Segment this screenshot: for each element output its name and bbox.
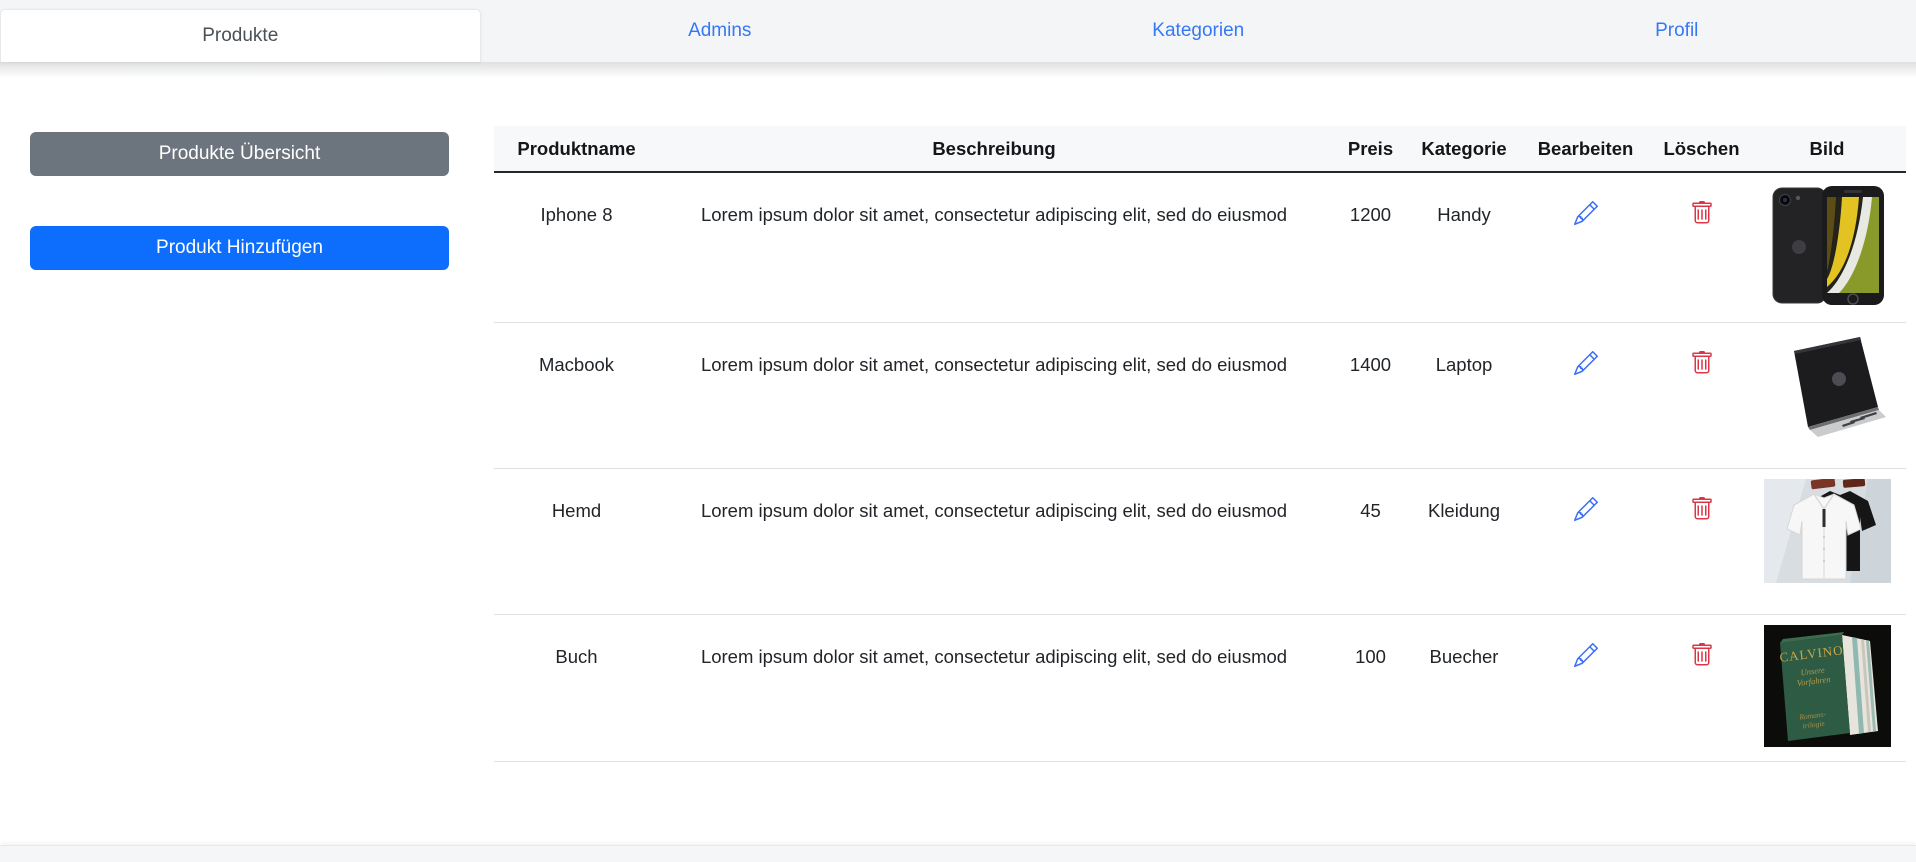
- footer-bar: [0, 845, 1916, 862]
- product-image-iphone: [1764, 183, 1891, 308]
- products-table: Produktname Beschreibung Preis Kategorie…: [494, 126, 1906, 762]
- product-table-body: Iphone 8 Lorem ipsum dolor sit amet, con…: [494, 172, 1906, 762]
- column-header-bearbeiten: Bearbeiten: [1516, 126, 1655, 172]
- table-row: Macbook Lorem ipsum dolor sit amet, cons…: [494, 323, 1906, 469]
- column-header-bild: Bild: [1748, 126, 1906, 172]
- product-price-cell: 100: [1329, 615, 1412, 762]
- image-cell: [1748, 469, 1906, 615]
- pencil-icon: [1574, 497, 1598, 521]
- product-image-shirt: [1764, 479, 1891, 583]
- edit-cell: [1516, 469, 1655, 615]
- column-header-loeschen: Löschen: [1655, 126, 1748, 172]
- table-row: Hemd Lorem ipsum dolor sit amet, consect…: [494, 469, 1906, 615]
- edit-cell: [1516, 323, 1655, 469]
- edit-button[interactable]: [1574, 643, 1598, 667]
- product-category-cell: Laptop: [1412, 323, 1516, 469]
- book-product-photo: CALVINO Unsere Vorfahren Romans- trilogi…: [1764, 625, 1891, 747]
- product-price-cell: 1400: [1329, 323, 1412, 469]
- edit-button[interactable]: [1574, 201, 1598, 225]
- trash-icon: [1690, 351, 1714, 375]
- edit-button[interactable]: [1574, 497, 1598, 521]
- column-header-beschreibung: Beschreibung: [659, 126, 1329, 172]
- delete-cell: [1655, 323, 1748, 469]
- image-cell: [1748, 323, 1906, 469]
- delete-button[interactable]: [1690, 201, 1714, 225]
- product-description-cell: Lorem ipsum dolor sit amet, consectetur …: [659, 615, 1329, 762]
- product-category-cell: Kleidung: [1412, 469, 1516, 615]
- pencil-icon: [1574, 351, 1598, 375]
- image-cell: CALVINO Unsere Vorfahren Romans- trilogi…: [1748, 615, 1906, 762]
- tab-kategorien[interactable]: Kategorien: [959, 0, 1438, 62]
- products-overview-button[interactable]: Produkte Übersicht: [30, 132, 449, 176]
- product-name-cell: Macbook: [494, 323, 659, 469]
- tab-produkte[interactable]: Produkte: [0, 9, 481, 62]
- table-header-row: Produktname Beschreibung Preis Kategorie…: [494, 126, 1906, 172]
- product-category-cell: Handy: [1412, 172, 1516, 323]
- product-price-cell: 1200: [1329, 172, 1412, 323]
- trash-icon: [1690, 643, 1714, 667]
- product-name-cell: Iphone 8: [494, 172, 659, 323]
- column-header-preis: Preis: [1329, 126, 1412, 172]
- product-category-cell: Buecher: [1412, 615, 1516, 762]
- product-name-cell: Hemd: [494, 469, 659, 615]
- edit-cell: [1516, 615, 1655, 762]
- tab-admins[interactable]: Admins: [481, 0, 960, 62]
- trash-icon: [1690, 201, 1714, 225]
- column-header-produktname: Produktname: [494, 126, 659, 172]
- delete-button[interactable]: [1690, 643, 1714, 667]
- top-navbar: Produkte Admins Kategorien Profil: [0, 0, 1916, 62]
- iphone-product-photo: [1764, 183, 1891, 308]
- trash-icon: [1690, 497, 1714, 521]
- product-price-cell: 45: [1329, 469, 1412, 615]
- shirt-product-photo: [1764, 479, 1891, 583]
- delete-cell: [1655, 615, 1748, 762]
- delete-cell: [1655, 469, 1748, 615]
- table-row: Buch Lorem ipsum dolor sit amet, consect…: [494, 615, 1906, 762]
- macbook-product-photo: [1764, 333, 1891, 443]
- product-image-book: CALVINO Unsere Vorfahren Romans- trilogi…: [1764, 625, 1891, 747]
- pencil-icon: [1574, 643, 1598, 667]
- table-row: Iphone 8 Lorem ipsum dolor sit amet, con…: [494, 172, 1906, 323]
- delete-button[interactable]: [1690, 351, 1714, 375]
- navbar-shadow: [0, 62, 1916, 78]
- product-description-cell: Lorem ipsum dolor sit amet, consectetur …: [659, 172, 1329, 323]
- image-cell: [1748, 172, 1906, 323]
- delete-cell: [1655, 172, 1748, 323]
- column-header-kategorie: Kategorie: [1412, 126, 1516, 172]
- edit-button[interactable]: [1574, 351, 1598, 375]
- add-product-button[interactable]: Produkt Hinzufügen: [30, 226, 449, 270]
- product-name-cell: Buch: [494, 615, 659, 762]
- product-image-macbook: [1764, 333, 1891, 443]
- pencil-icon: [1574, 201, 1598, 225]
- edit-cell: [1516, 172, 1655, 323]
- delete-button[interactable]: [1690, 497, 1714, 521]
- product-description-cell: Lorem ipsum dolor sit amet, consectetur …: [659, 323, 1329, 469]
- product-description-cell: Lorem ipsum dolor sit amet, consectetur …: [659, 469, 1329, 615]
- tab-profil[interactable]: Profil: [1438, 0, 1916, 62]
